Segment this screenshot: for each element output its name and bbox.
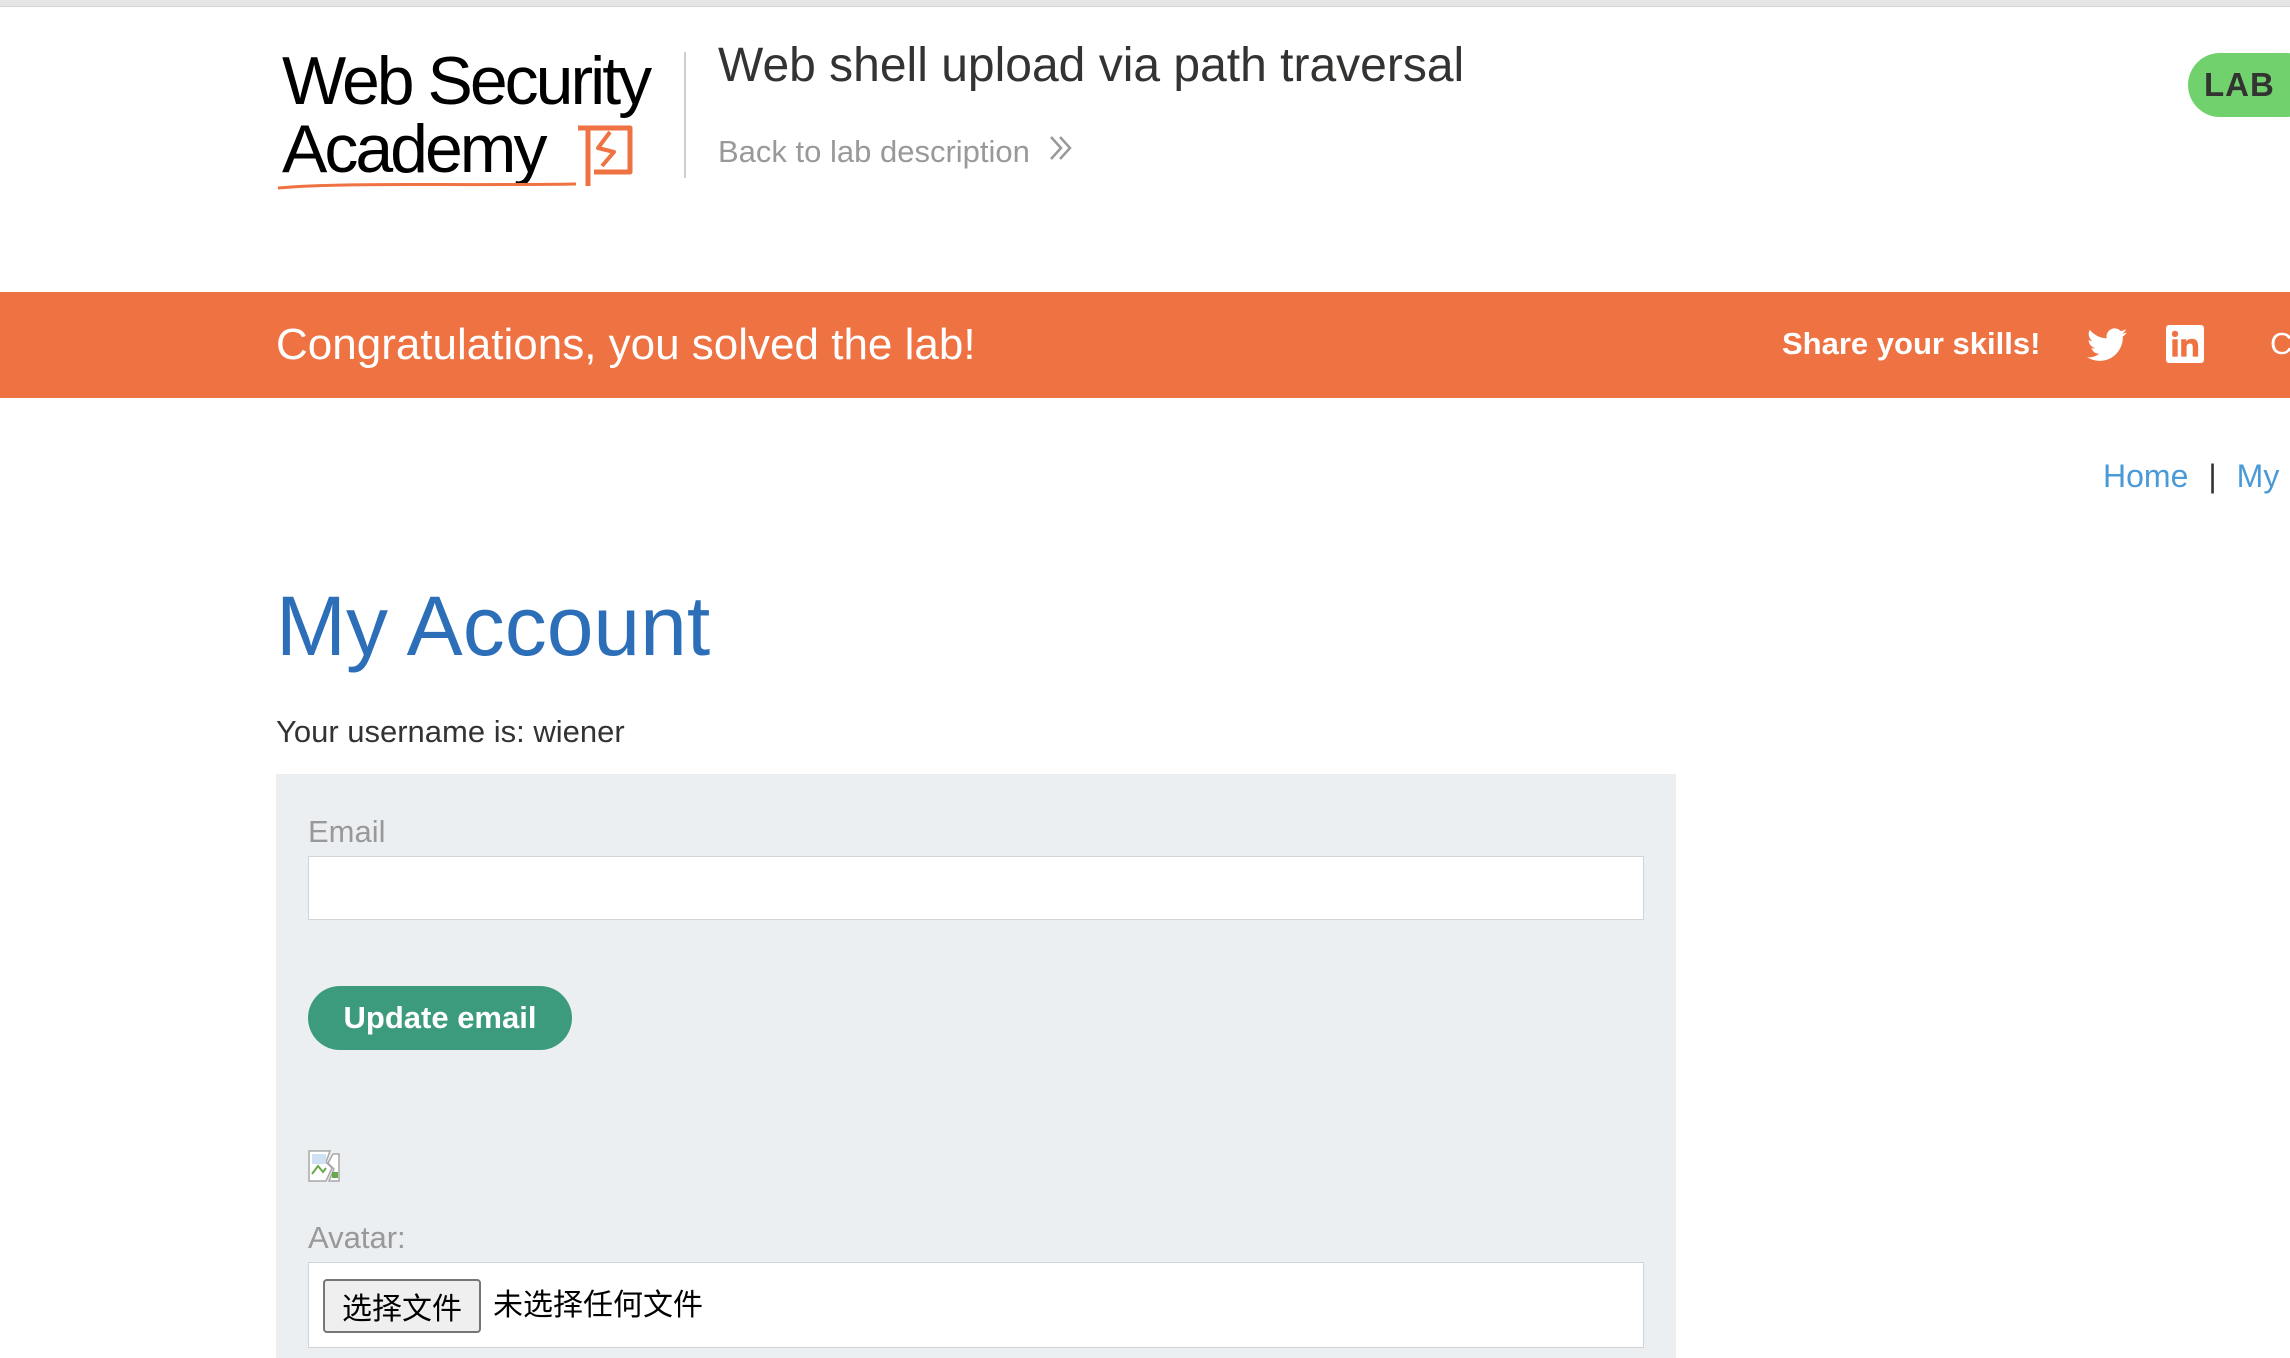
choose-file-button[interactable]: 选择文件 (323, 1279, 481, 1333)
logo-line1: Web Security (282, 44, 652, 119)
page-title: My Account (276, 579, 711, 673)
linkedin-share-button[interactable] (2166, 325, 2204, 363)
lab-status-badge: LAB (2188, 53, 2290, 117)
avatar-label: Avatar: (308, 1220, 406, 1255)
top-navigation: Home | My (2103, 456, 2279, 496)
web-security-academy-logo[interactable]: Web Security Academy (276, 44, 676, 194)
account-form-panel: Email Update email Avatar: 选择文件 未选择任何文件 (276, 774, 1676, 1358)
nav-separator: | (2208, 458, 2217, 494)
header-divider (684, 52, 686, 178)
back-to-lab-description-link[interactable]: Back to lab description (718, 132, 1074, 172)
lab-solved-banner: Congratulations, you solved the lab! Sha… (0, 292, 2290, 398)
file-status-text: 未选择任何文件 (493, 1288, 703, 1323)
logo-line2: Academy (282, 111, 547, 187)
lab-title: Web shell upload via path traversal (718, 39, 1465, 92)
logo-graphic: Web Security Academy (277, 44, 655, 190)
broken-image-icon (308, 1150, 340, 1182)
browser-top-edge (0, 0, 2290, 7)
avatar-file-input: 选择文件 未选择任何文件 (308, 1262, 1644, 1348)
username-line: Your username is: wiener (276, 714, 625, 749)
twitter-icon (2087, 328, 2127, 361)
email-label: Email (308, 814, 386, 849)
twitter-share-button[interactable] (2087, 327, 2127, 363)
banner-continue-link-partial[interactable]: C (2270, 322, 2290, 366)
share-skills-label: Share your skills! (1782, 326, 2041, 361)
nav-my-account-link[interactable]: My (2237, 456, 2280, 496)
chevron-right-icon (1048, 132, 1074, 172)
solved-message: Congratulations, you solved the lab! (276, 320, 976, 369)
back-link-label: Back to lab description (718, 134, 1030, 169)
linkedin-icon (2166, 325, 2204, 363)
nav-home-link[interactable]: Home (2103, 456, 2188, 496)
email-input[interactable] (308, 856, 1644, 920)
update-email-button[interactable]: Update email (308, 986, 572, 1050)
